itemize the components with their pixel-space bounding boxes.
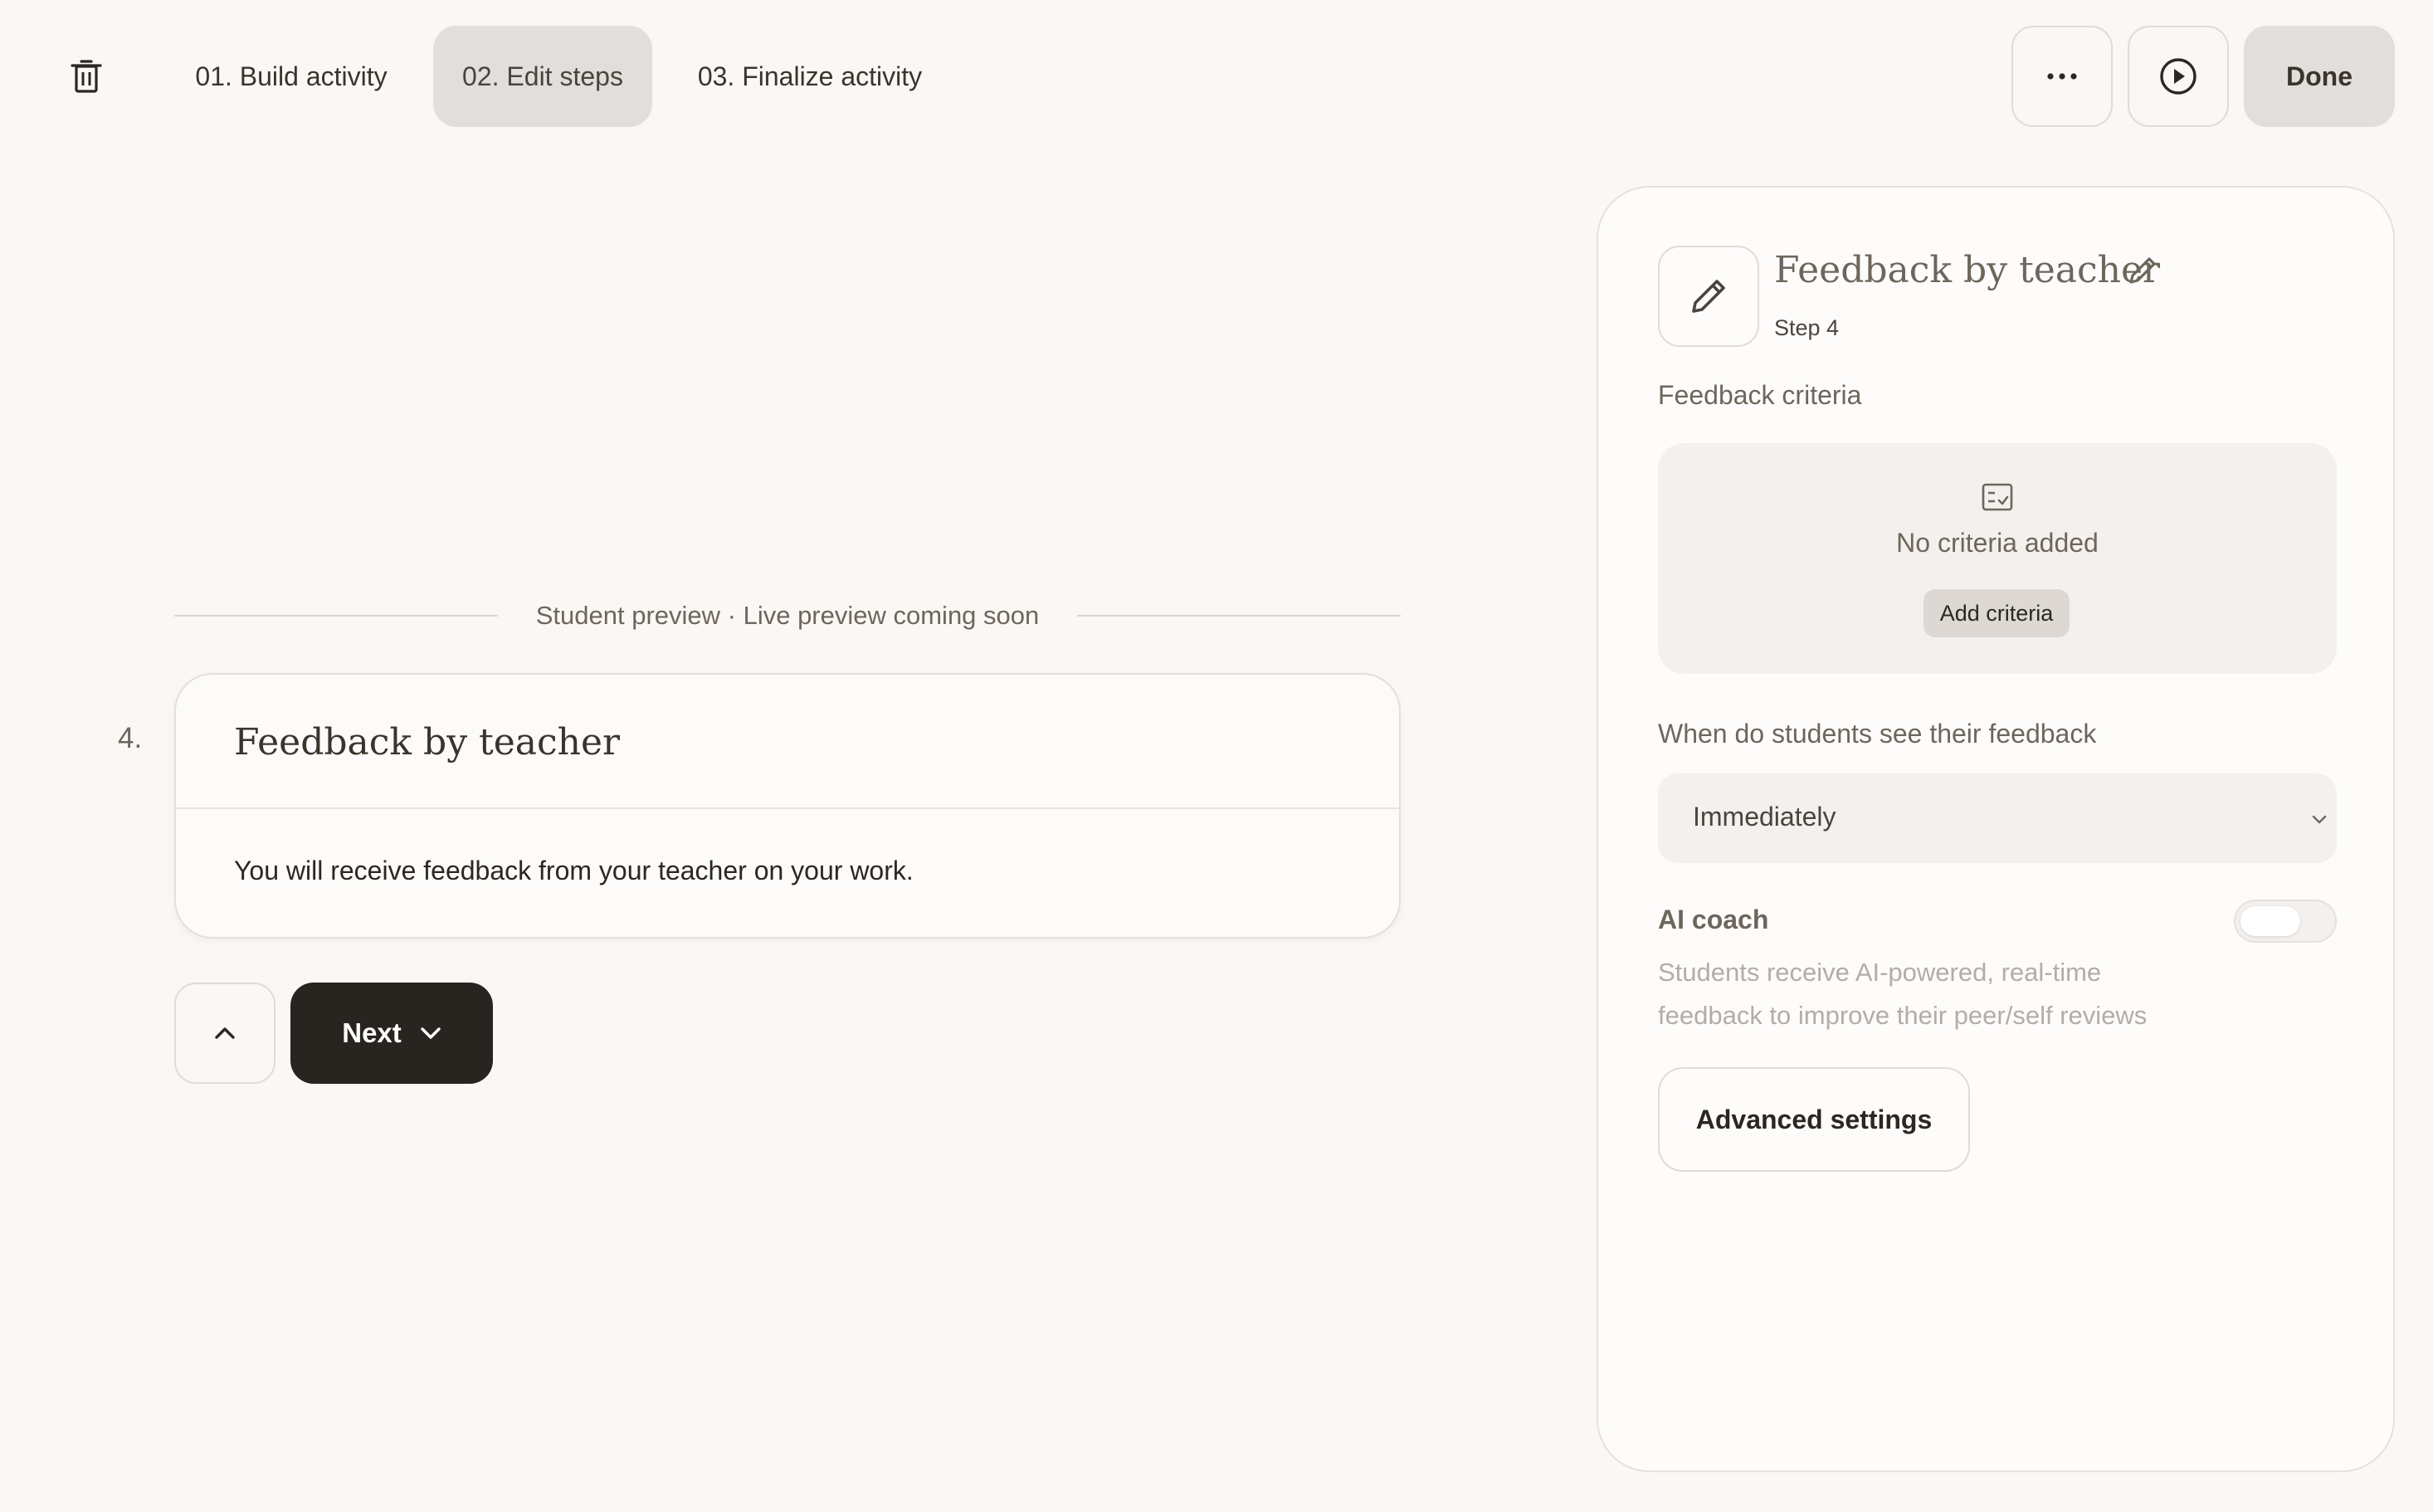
chevron-down-icon <box>421 1027 441 1039</box>
delete-button[interactable] <box>61 51 111 101</box>
step-card-title: Feedback by teacher <box>234 721 621 763</box>
step-type-icon-box <box>1658 246 1759 347</box>
tab-label: 03. Finalize activity <box>697 61 923 91</box>
chevron-up-icon <box>215 1027 235 1039</box>
previous-step-button[interactable] <box>174 983 275 1084</box>
divider-line-right <box>1077 615 1401 617</box>
step-card-body: You will receive feedback from your teac… <box>234 856 914 885</box>
ai-coach-label: AI coach <box>1658 905 1769 934</box>
step-settings-panel: Feedback by teacher Step 4 Feedback crit… <box>1597 186 2395 1472</box>
tab-finalize-activity[interactable]: 03. Finalize activity <box>677 26 943 127</box>
ai-coach-description: Students receive AI-powered, real-time f… <box>1658 958 2148 1030</box>
next-step-button[interactable]: Next <box>290 983 493 1084</box>
done-button[interactable]: Done <box>2244 26 2395 127</box>
tab-edit-steps[interactable]: 02. Edit steps <box>433 26 652 127</box>
edit-title-button[interactable] <box>2124 252 2161 289</box>
trash-icon <box>71 60 102 93</box>
add-criteria-label: Add criteria <box>1939 600 2054 626</box>
panel-title: Feedback by teacher <box>1774 249 2161 291</box>
advanced-settings-button[interactable]: Advanced settings <box>1658 1067 1970 1172</box>
preview-divider-label: Student preview · Live preview coming so… <box>535 601 1040 630</box>
feedback-visibility-select[interactable]: Immediately <box>1658 773 2337 863</box>
tab-build-activity[interactable]: 01. Build activity <box>174 26 408 127</box>
ai-coach-toggle[interactable] <box>2234 900 2337 943</box>
next-label: Next <box>342 1017 402 1048</box>
pencil-icon <box>1692 280 1725 313</box>
divider-line-left <box>174 615 498 617</box>
chevron-down-icon <box>2312 815 2327 824</box>
done-label: Done <box>2286 61 2353 91</box>
play-icon <box>2160 58 2197 95</box>
step-number: 4. <box>118 722 143 754</box>
tab-label: 02. Edit steps <box>462 61 623 91</box>
step-card-separator <box>176 807 1399 809</box>
preview-divider: Student preview · Live preview coming so… <box>174 597 1401 631</box>
top-bar: 01. Build activity 02. Edit steps 03. Fi… <box>0 0 2433 149</box>
criteria-empty-state: No criteria added Add criteria <box>1658 443 2337 674</box>
more-options-button[interactable] <box>2011 26 2113 127</box>
preview-play-button[interactable] <box>2128 26 2229 127</box>
add-criteria-button[interactable]: Add criteria <box>1923 589 2070 637</box>
more-horizontal-icon <box>2047 73 2077 80</box>
pencil-icon <box>2129 257 2156 284</box>
feedback-visibility-label: When do students see their feedback <box>1658 719 2097 749</box>
advanced-settings-label: Advanced settings <box>1695 1104 1933 1134</box>
toggle-knob <box>2240 906 2300 936</box>
tab-label: 01. Build activity <box>195 61 388 91</box>
panel-step-label: Step 4 <box>1774 315 1840 340</box>
feedback-visibility-value: Immediately <box>1693 802 1836 832</box>
feedback-criteria-label: Feedback criteria <box>1658 380 1862 410</box>
step-preview-card: Feedback by teacher You will receive fee… <box>174 673 1401 939</box>
checklist-icon <box>1982 483 2013 511</box>
no-criteria-text: No criteria added <box>1896 528 2099 558</box>
